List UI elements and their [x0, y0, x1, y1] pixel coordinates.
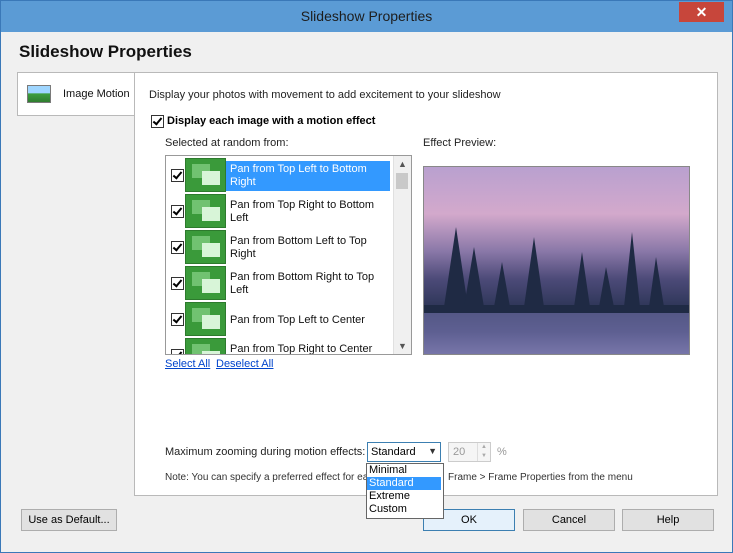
list-item[interactable]: Pan from Bottom Left to Top Right — [166, 230, 393, 266]
custom-zoom-stepper: 20 ▲ ▼ — [448, 442, 491, 462]
cancel-button[interactable]: Cancel — [523, 509, 615, 531]
effect-checkbox[interactable] — [171, 349, 184, 354]
nav-item-image-motion[interactable]: Image Motion — [17, 72, 135, 116]
effects-list[interactable]: Pan from Top Left to Bottom Right Pan fr… — [165, 155, 412, 355]
zoom-option-extreme[interactable]: Extreme — [367, 490, 441, 503]
custom-zoom-value: 20 — [453, 446, 466, 458]
zoom-dropdown[interactable]: Standard ▼ — [367, 442, 441, 462]
zoom-option-minimal[interactable]: Minimal — [367, 464, 441, 477]
effect-label[interactable]: Pan from Top Right to Center — [226, 341, 390, 354]
effect-label[interactable]: Pan from Top Right to Bottom Left — [226, 197, 390, 227]
effect-thumbnail — [185, 266, 226, 300]
note-text-continued: Frame > Frame Properties from the menu — [448, 472, 633, 483]
chevron-down-icon[interactable]: ▼ — [428, 446, 437, 456]
effect-thumbnail — [185, 194, 226, 228]
deselect-all-link[interactable]: Deselect All — [216, 358, 273, 370]
note-text: Note: You can specify a preferred effect… — [165, 472, 379, 483]
help-button[interactable]: Help — [622, 509, 714, 531]
zoom-dropdown-value: Standard — [371, 446, 416, 458]
page-title: Slideshow Properties — [19, 42, 192, 61]
image-motion-panel: Display your photos with movement to add… — [134, 72, 718, 496]
effect-checkbox[interactable] — [171, 241, 184, 254]
effect-thumbnail — [185, 338, 226, 354]
panel-description: Display your photos with movement to add… — [149, 89, 501, 101]
zoom-dropdown-list[interactable]: Minimal Standard Extreme Custom — [366, 463, 444, 519]
effect-checkbox[interactable] — [171, 169, 184, 182]
list-scrollbar[interactable]: ▲ ▼ — [393, 156, 411, 354]
zoom-label: Maximum zooming during motion effects: — [165, 446, 366, 458]
percent-label: % — [497, 446, 507, 458]
effect-thumbnail — [185, 302, 226, 336]
zoom-option-standard[interactable]: Standard — [367, 477, 441, 490]
stepper-arrows-icon: ▲ ▼ — [477, 443, 490, 461]
list-item[interactable]: Pan from Bottom Right to Top Left — [166, 266, 393, 302]
use-as-default-button[interactable]: Use as Default... — [21, 509, 117, 531]
dialog-window: Slideshow Properties ✕ Slideshow Propert… — [0, 0, 733, 553]
preview-label: Effect Preview: — [423, 137, 497, 149]
title-bar[interactable]: Slideshow Properties ✕ — [1, 1, 732, 32]
list-item[interactable]: Pan from Top Left to Bottom Right — [166, 158, 393, 194]
select-all-link[interactable]: Select All — [165, 358, 210, 370]
effect-checkbox[interactable] — [171, 205, 184, 218]
effect-checkbox[interactable] — [171, 277, 184, 290]
effect-label[interactable]: Pan from Top Left to Bottom Right — [226, 161, 390, 191]
effect-label[interactable]: Pan from Bottom Left to Top Right — [226, 233, 390, 263]
effects-list-label: Selected at random from: — [165, 137, 289, 149]
scroll-down-icon[interactable]: ▼ — [394, 338, 411, 354]
effect-preview-image — [423, 166, 690, 355]
effect-checkbox[interactable] — [171, 313, 184, 326]
effect-thumbnail — [185, 158, 226, 192]
list-item[interactable]: Pan from Top Right to Center — [166, 338, 393, 354]
close-button[interactable]: ✕ — [679, 2, 724, 22]
motion-effect-checkbox[interactable] — [151, 115, 164, 128]
effect-thumbnail — [185, 230, 226, 264]
landscape-icon — [27, 85, 51, 103]
scroll-up-icon[interactable]: ▲ — [394, 156, 411, 172]
nav-item-label: Image Motion — [63, 88, 130, 100]
header-band: Slideshow Properties — [9, 32, 724, 70]
list-item[interactable]: Pan from Top Right to Bottom Left — [166, 194, 393, 230]
effect-label[interactable]: Pan from Bottom Right to Top Left — [226, 269, 390, 299]
category-nav: Image Motion — [17, 72, 135, 534]
scroll-thumb[interactable] — [396, 173, 408, 189]
list-item[interactable]: Pan from Top Left to Center — [166, 302, 393, 338]
window-title: Slideshow Properties — [300, 8, 433, 24]
motion-effect-label[interactable]: Display each image with a motion effect — [167, 115, 375, 127]
misty-lake-picture — [424, 227, 689, 354]
zoom-option-custom[interactable]: Custom — [367, 503, 441, 516]
